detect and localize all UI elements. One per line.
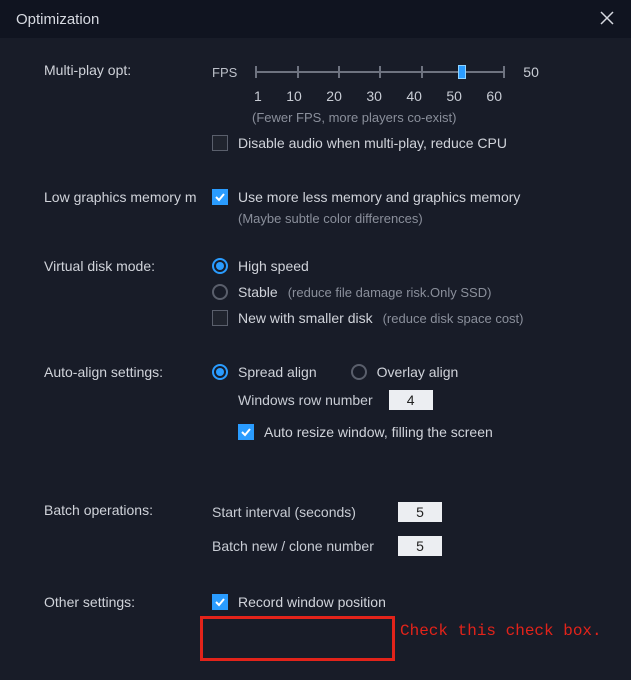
tick: 20 — [326, 88, 342, 104]
label-auto-align: Auto-align settings: — [44, 364, 212, 446]
content: Multi-play opt: FPS 50 1 — [0, 38, 631, 616]
clone-number-input[interactable] — [398, 536, 442, 556]
rownum-input[interactable] — [389, 390, 433, 410]
radio-spread-align[interactable] — [212, 364, 228, 380]
label-virtual-disk: Virtual disk mode: — [44, 258, 212, 332]
record-window-position-label: Record window position — [238, 594, 386, 610]
stable-label: Stable — [238, 284, 278, 300]
section-auto-align: Auto-align settings: Spread align Overla… — [44, 364, 587, 446]
new-smaller-disk-hint: (reduce disk space cost) — [383, 311, 524, 326]
tick: 30 — [366, 88, 382, 104]
label-other: Other settings: — [44, 594, 212, 616]
radio-overlay-align[interactable] — [351, 364, 367, 380]
annotation-text: Check this check box. — [400, 622, 602, 640]
close-icon[interactable] — [595, 8, 619, 31]
low-graphics-checkbox[interactable] — [212, 189, 228, 205]
annotation-box — [200, 616, 395, 661]
label-multi-play: Multi-play opt: — [44, 62, 212, 157]
section-virtual-disk: Virtual disk mode: High speed Stable (re… — [44, 258, 587, 332]
start-interval-input[interactable] — [398, 502, 442, 522]
new-smaller-disk-label: New with smaller disk — [238, 310, 373, 326]
spread-align-label: Spread align — [238, 364, 317, 380]
section-other: Other settings: Record window position — [44, 594, 587, 616]
section-batch: Batch operations: Start interval (second… — [44, 502, 587, 570]
radio-stable[interactable] — [212, 284, 228, 300]
fps-hint: (Fewer FPS, more players co-exist) — [252, 110, 587, 125]
high-speed-label: High speed — [238, 258, 309, 274]
low-graphics-hint: (Maybe subtle color differences) — [238, 211, 587, 226]
label-low-graphics: Low graphics memory m — [44, 189, 212, 226]
disable-audio-label: Disable audio when multi-play, reduce CP… — [238, 135, 507, 151]
label-batch: Batch operations: — [44, 502, 212, 570]
section-low-graphics: Low graphics memory m Use more less memo… — [44, 189, 587, 226]
clone-number-label: Batch new / clone number — [212, 538, 382, 554]
fps-tick-labels: 1 10 20 30 40 50 60 — [254, 88, 502, 104]
tick: 40 — [406, 88, 422, 104]
auto-resize-label: Auto resize window, filling the screen — [264, 424, 493, 440]
overlay-align-label: Overlay align — [377, 364, 459, 380]
window-title: Optimization — [16, 11, 99, 28]
rownum-label: Windows row number — [238, 392, 373, 408]
fps-slider[interactable] — [255, 62, 503, 82]
disable-audio-checkbox[interactable] — [212, 135, 228, 151]
fps-value: 50 — [523, 64, 539, 80]
tick: 1 — [254, 88, 262, 104]
tick: 60 — [486, 88, 502, 104]
tick: 50 — [446, 88, 462, 104]
record-window-position-checkbox[interactable] — [212, 594, 228, 610]
radio-high-speed[interactable] — [212, 258, 228, 274]
section-multi-play: Multi-play opt: FPS 50 1 — [44, 62, 587, 157]
stable-hint: (reduce file damage risk.Only SSD) — [288, 285, 492, 300]
tick: 10 — [286, 88, 302, 104]
titlebar: Optimization — [0, 0, 631, 38]
fps-unit: FPS — [212, 65, 237, 80]
start-interval-label: Start interval (seconds) — [212, 504, 382, 520]
low-graphics-cb-label: Use more less memory and graphics memory — [238, 189, 520, 205]
new-smaller-disk-checkbox[interactable] — [212, 310, 228, 326]
auto-resize-checkbox[interactable] — [238, 424, 254, 440]
